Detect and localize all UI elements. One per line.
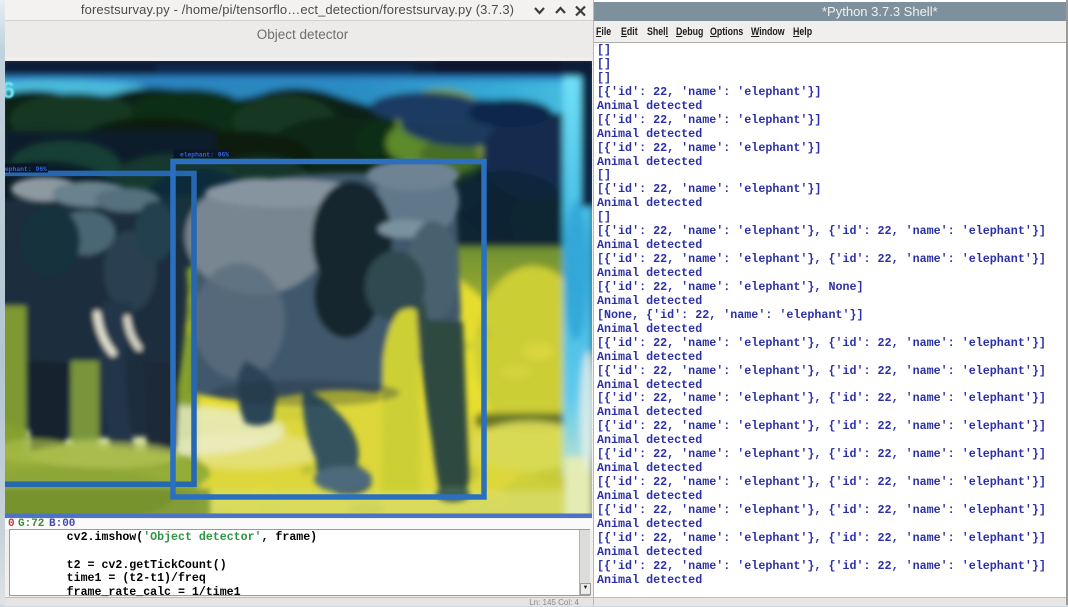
svg-text:elephant: 96%: elephant: 96% [180, 151, 229, 158]
svg-text:lephant: 96%: lephant: 96% [5, 166, 47, 173]
svg-text:6: 6 [5, 77, 15, 103]
